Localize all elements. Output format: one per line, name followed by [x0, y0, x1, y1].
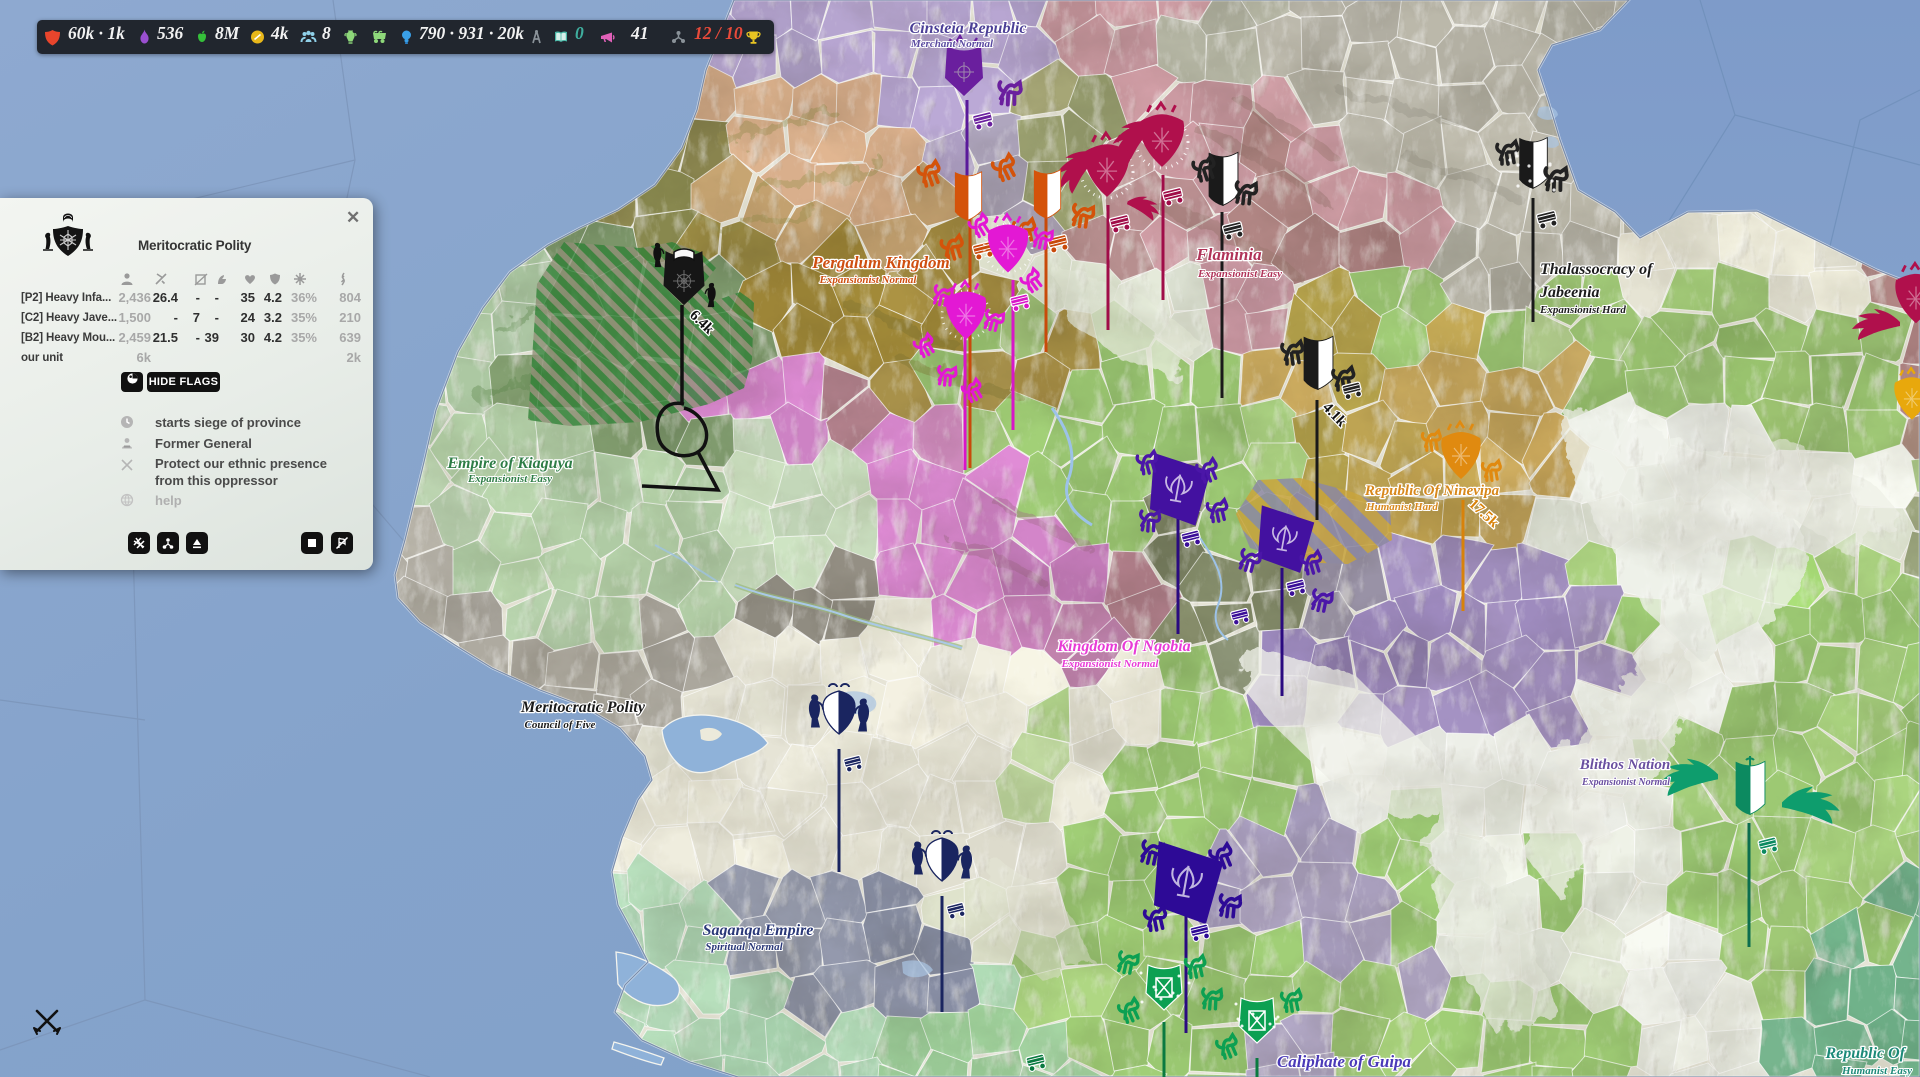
svg-text:Expansionist Easy: Expansionist Easy	[467, 473, 552, 485]
svg-text:Republic Of: Republic Of	[1824, 1045, 1906, 1062]
svg-text:Thalassocracy of: Thalassocracy of	[1540, 261, 1654, 278]
svg-text:Expansionist Normal: Expansionist Normal	[1061, 658, 1160, 670]
svg-text:Expansionist Normal: Expansionist Normal	[1581, 777, 1670, 788]
svg-text:Jabeenia: Jabeenia	[1539, 284, 1600, 301]
svg-text:Cinsteia Republic: Cinsteia Republic	[910, 20, 1027, 37]
svg-text:Caliphate of Guipa: Caliphate of Guipa	[1277, 1052, 1412, 1071]
svg-text:Saganqa Empire: Saganqa Empire	[703, 922, 814, 939]
svg-text:Humanist Hard: Humanist Hard	[1365, 501, 1438, 513]
svg-text:Pergalum Kingdom: Pergalum Kingdom	[811, 253, 949, 272]
svg-text:Blithos Nation: Blithos Nation	[1579, 757, 1670, 773]
svg-text:Expansionist Easy: Expansionist Easy	[1197, 268, 1282, 280]
svg-text:Meritocratic Polity: Meritocratic Polity	[520, 699, 646, 716]
svg-text:Merchant Normal: Merchant Normal	[910, 38, 994, 50]
svg-text:Republic Of Ninevipa: Republic Of Ninevipa	[1364, 483, 1500, 499]
svg-text:Spiritual Normal: Spiritual Normal	[705, 941, 783, 953]
svg-text:Empire of Kiaguya: Empire of Kiaguya	[446, 455, 572, 472]
svg-text:Humanist Easy: Humanist Easy	[1841, 1065, 1912, 1077]
svg-text:Expansionist Hard: Expansionist Hard	[1539, 304, 1626, 316]
svg-text:Council of Five: Council of Five	[525, 719, 596, 731]
svg-text:Flaminia: Flaminia	[1195, 245, 1262, 264]
svg-text:Kingdom Of Ngobia: Kingdom Of Ngobia	[1056, 638, 1190, 655]
svg-text:Expansionist Normal: Expansionist Normal	[819, 274, 918, 286]
